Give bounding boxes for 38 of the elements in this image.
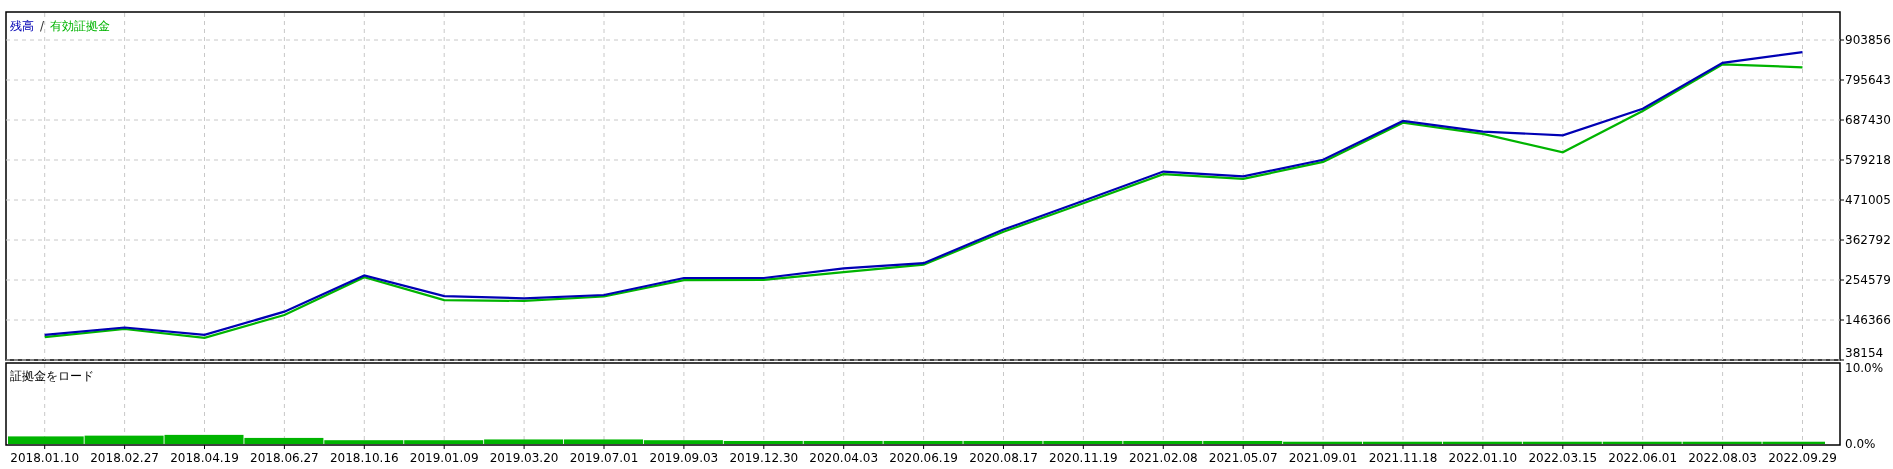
y-axis-label: 0.0% xyxy=(1845,437,1876,451)
x-axis-label: 2018.01.10 xyxy=(10,451,80,465)
x-axis-label: 2022.08.03 xyxy=(1688,451,1757,465)
x-axis-label: 2022.03.15 xyxy=(1528,451,1598,465)
x-axis-label: 2021.09.01 xyxy=(1288,451,1358,465)
x-axis-label: 2018.02.27 xyxy=(90,451,159,465)
y-axis-label: 10.0% xyxy=(1845,361,1884,375)
x-axis-label: 2019.01.09 xyxy=(409,451,479,465)
x-axis-label: 2018.04.19 xyxy=(170,451,239,465)
x-axis-label: 2020.08.17 xyxy=(969,451,1038,465)
x-axis-label: 2020.11.19 xyxy=(1049,451,1118,465)
y-axis-label: 687430 xyxy=(1845,113,1891,127)
x-axis-label: 2019.07.01 xyxy=(569,451,639,465)
x-axis-label: 2018.10.16 xyxy=(329,451,399,465)
y-axis-label: 38154 xyxy=(1845,346,1884,360)
x-axis-label: 2020.06.19 xyxy=(889,451,958,465)
x-axis-label: 2018.06.27 xyxy=(250,451,319,465)
x-axis-label: 2020.04.03 xyxy=(809,451,879,465)
x-axis-label: 2019.12.30 xyxy=(729,451,799,465)
legend-equity: 有効証拠金 xyxy=(50,19,110,33)
x-axis-label: 2021.11.18 xyxy=(1368,451,1438,465)
y-axis-label: 579218 xyxy=(1845,153,1891,167)
x-axis-label: 2022.01.10 xyxy=(1448,451,1518,465)
x-axis-label: 2022.09.29 xyxy=(1768,451,1837,465)
y-axis-label: 471005 xyxy=(1845,193,1891,207)
y-axis-label: 795643 xyxy=(1845,73,1891,87)
x-axis-label: 2022.06.01 xyxy=(1608,451,1678,465)
y-axis-label: 146366 xyxy=(1845,313,1891,327)
x-axis-label: 2019.09.03 xyxy=(649,451,719,465)
x-axis-label: 2021.02.08 xyxy=(1128,451,1198,465)
x-axis-label: 2021.05.07 xyxy=(1208,451,1278,465)
legend-balance: 残高 xyxy=(10,19,34,33)
y-axis-label: 903856 xyxy=(1845,33,1891,47)
y-axis-label: 254579 xyxy=(1845,273,1891,287)
y-axis-label: 362792 xyxy=(1845,233,1891,247)
legend-separator: / xyxy=(40,19,45,33)
panel-title: 証拠金をロード xyxy=(10,369,94,383)
x-axis-label: 2019.03.20 xyxy=(489,451,559,465)
